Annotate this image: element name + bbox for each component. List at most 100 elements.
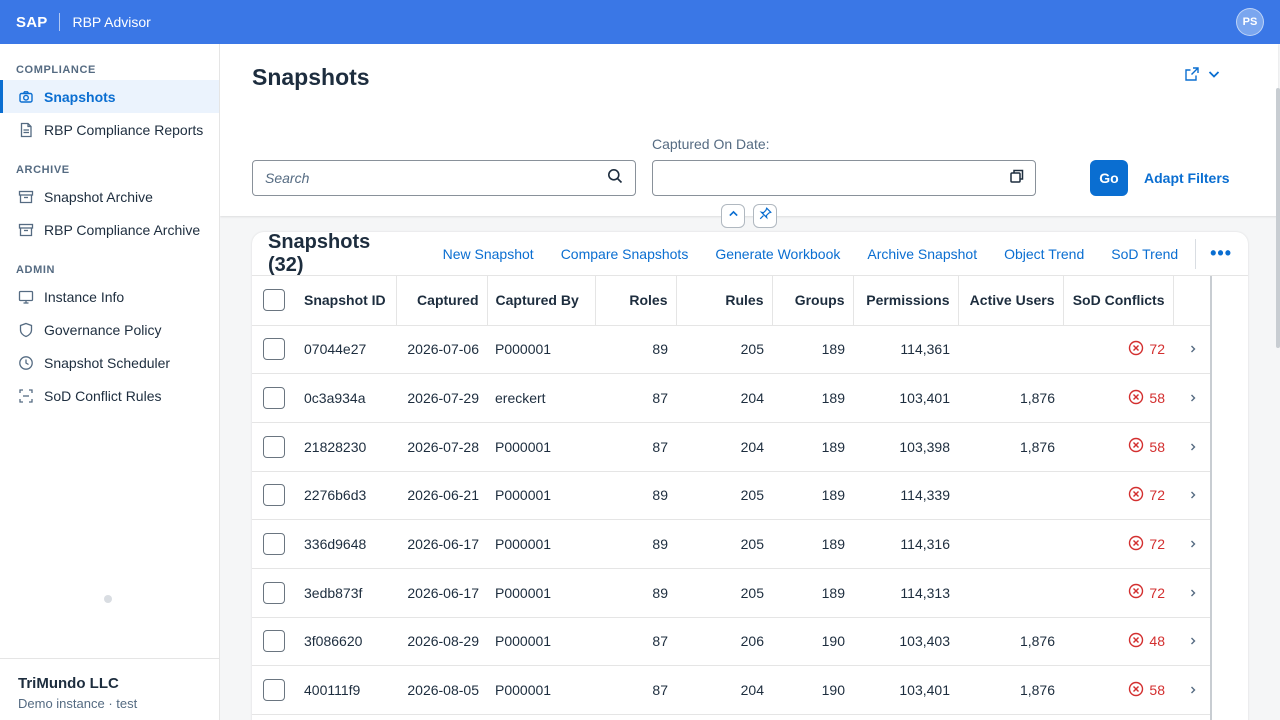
row-navigation-cell[interactable]: [1173, 471, 1212, 521]
sidebar-item-sod-conflict-rules[interactable]: SoD Conflict Rules: [0, 379, 219, 412]
more-actions-icon[interactable]: •••: [1210, 243, 1232, 264]
chevron-right-icon[interactable]: [1188, 536, 1198, 552]
row-select-cell: [252, 373, 296, 423]
sidebar-item-governance-policy[interactable]: Governance Policy: [0, 313, 219, 346]
captured-cell: 2026-07-29: [396, 373, 487, 423]
shell-divider: [59, 13, 61, 31]
sidebar-item-label: Governance Policy: [44, 321, 162, 338]
rules-cell: 205: [676, 568, 772, 618]
go-button[interactable]: Go: [1090, 160, 1128, 196]
row-checkbox[interactable]: [263, 484, 285, 507]
row-checkbox[interactable]: [263, 533, 285, 556]
column-header-active-users[interactable]: Active Users: [958, 276, 1064, 326]
row-navigation-cell[interactable]: [1173, 617, 1212, 667]
column-header-sod-conflicts[interactable]: SoD Conflicts: [1063, 276, 1174, 326]
table-row[interactable]: 3edb873f 2026-06-17 P000001 89 205 189 114,313…: [252, 568, 1212, 618]
row-navigation-cell[interactable]: [1173, 422, 1212, 472]
table-row[interactable]: 400111f9 2026-08-05 P000001 87 204 190 103,401…: [252, 665, 1212, 715]
chevron-right-icon[interactable]: [1188, 487, 1198, 503]
snapshot-id-cell: 336d9648: [296, 519, 396, 569]
sidebar-item-snapshot-archive[interactable]: Snapshot Archive: [0, 180, 219, 213]
chevron-right-icon[interactable]: [1188, 585, 1198, 601]
column-header-captured[interactable]: Captured: [396, 276, 488, 326]
row-checkbox[interactable]: [263, 581, 285, 604]
sidebar-item-snapshot-scheduler[interactable]: Snapshot Scheduler: [0, 346, 219, 379]
chevron-right-icon[interactable]: [1188, 633, 1198, 649]
object-trend-button[interactable]: Object Trend: [1004, 246, 1084, 262]
column-header-rules[interactable]: Rules: [676, 276, 773, 326]
collapse-header-button[interactable]: [721, 204, 745, 228]
captured-by-cell: P000001: [487, 665, 595, 715]
permissions-cell: 103,401: [853, 665, 958, 715]
snapshot-id-cell: 0c3a934a: [296, 373, 396, 423]
company-info: TriMundo LLC Demo instance · test: [0, 658, 219, 720]
table-row[interactable]: 2276b6d3 2026-06-21 P000001 89 205 189 114,339…: [252, 471, 1212, 521]
rules-cell: 204: [676, 665, 772, 715]
generate-workbook-button[interactable]: Generate Workbook: [715, 246, 840, 262]
adapt-filters-button[interactable]: Adapt Filters: [1144, 170, 1230, 186]
new-snapshot-button[interactable]: New Snapshot: [443, 246, 534, 262]
column-header-captured-by[interactable]: Captured By: [487, 276, 596, 326]
row-navigation-cell[interactable]: [1173, 519, 1212, 569]
table-row[interactable]: 07044e27 2026-07-06 P000001 89 205 189 114,361…: [252, 325, 1212, 375]
column-header-permissions[interactable]: Permissions: [853, 276, 959, 326]
sidebar-item-rbp-compliance-archive[interactable]: RBP Compliance Archive: [0, 213, 219, 246]
chevron-right-icon[interactable]: [1188, 341, 1198, 357]
table-row[interactable]: 0c3a934a 2026-07-29 ereckert 87 204 189 103,40…: [252, 373, 1212, 423]
date-filter-input[interactable]: [652, 160, 1036, 196]
row-checkbox[interactable]: [263, 679, 285, 702]
sidebar-item-instance-info[interactable]: Instance Info: [0, 280, 219, 313]
chevron-right-icon[interactable]: [1188, 439, 1198, 455]
roles-cell: 87: [595, 665, 676, 715]
captured-cell: 2026-08-05: [396, 665, 487, 715]
chevron-right-icon[interactable]: [1188, 390, 1198, 406]
row-checkbox[interactable]: [263, 435, 285, 458]
pin-header-button[interactable]: [753, 204, 777, 228]
chevron-right-icon[interactable]: [1188, 682, 1198, 698]
sap-logo[interactable]: SAP: [16, 14, 47, 31]
sidebar-item-snapshots[interactable]: Snapshots: [0, 80, 219, 113]
compare-snapshots-button[interactable]: Compare Snapshots: [561, 246, 689, 262]
table-title: Snapshots (32): [268, 232, 371, 276]
captured-by-cell: P000001: [487, 422, 595, 472]
row-checkbox[interactable]: [263, 338, 285, 361]
chevron-up-icon: [727, 207, 740, 225]
roles-cell: 87: [595, 373, 676, 423]
row-checkbox[interactable]: [263, 387, 285, 410]
calendar-value-help-icon[interactable]: [1009, 168, 1025, 189]
share-menu-button[interactable]: [1184, 66, 1222, 87]
sidebar-item-rbp-compliance-reports[interactable]: RBP Compliance Reports: [0, 113, 219, 146]
row-navigation-cell[interactable]: [1173, 373, 1212, 423]
row-navigation-cell[interactable]: [1173, 665, 1212, 715]
conflict-count: 58: [1149, 390, 1165, 407]
captured-by-cell: P000001: [487, 617, 595, 667]
row-checkbox[interactable]: [263, 630, 285, 653]
conflict-status: 58: [1128, 681, 1165, 700]
conflict-count: 72: [1149, 487, 1165, 504]
page-title: Snapshots: [252, 64, 370, 90]
row-navigation-cell[interactable]: [1173, 568, 1212, 618]
column-header-groups[interactable]: Groups: [772, 276, 854, 326]
table-row[interactable]: 21828230 2026-07-28 P000001 87 204 189 103,398…: [252, 422, 1212, 472]
groups-cell: 190: [772, 665, 853, 715]
captured-cell: 2026-08-29: [396, 617, 487, 667]
select-all-checkbox[interactable]: [263, 289, 285, 312]
page-scrollbar[interactable]: [1276, 88, 1280, 348]
search-field[interactable]: [252, 160, 636, 196]
archive-snapshot-button[interactable]: Archive Snapshot: [867, 246, 977, 262]
share-icon: [1184, 66, 1200, 87]
sod-trend-button[interactable]: SoD Trend: [1111, 246, 1178, 262]
search-input[interactable]: [265, 170, 607, 186]
search-icon[interactable]: [607, 168, 623, 189]
table-scrollbar[interactable]: [1210, 276, 1212, 720]
conflict-status: 58: [1128, 437, 1165, 456]
captured-cell: 2026-06-21: [396, 471, 487, 521]
groups-cell: 189: [772, 373, 853, 423]
table-row[interactable]: 336d9648 2026-06-17 P000001 89 205 189 114,316…: [252, 519, 1212, 569]
column-header-snapshot-id[interactable]: Snapshot ID: [296, 276, 397, 326]
snapshot-id-cell: 3f086620: [296, 617, 396, 667]
table-row[interactable]: 3f086620 2026-08-29 P000001 87 206 190 103,403…: [252, 617, 1212, 667]
user-avatar[interactable]: PS: [1236, 8, 1264, 36]
row-navigation-cell[interactable]: [1173, 325, 1212, 375]
column-header-roles[interactable]: Roles: [595, 276, 677, 326]
